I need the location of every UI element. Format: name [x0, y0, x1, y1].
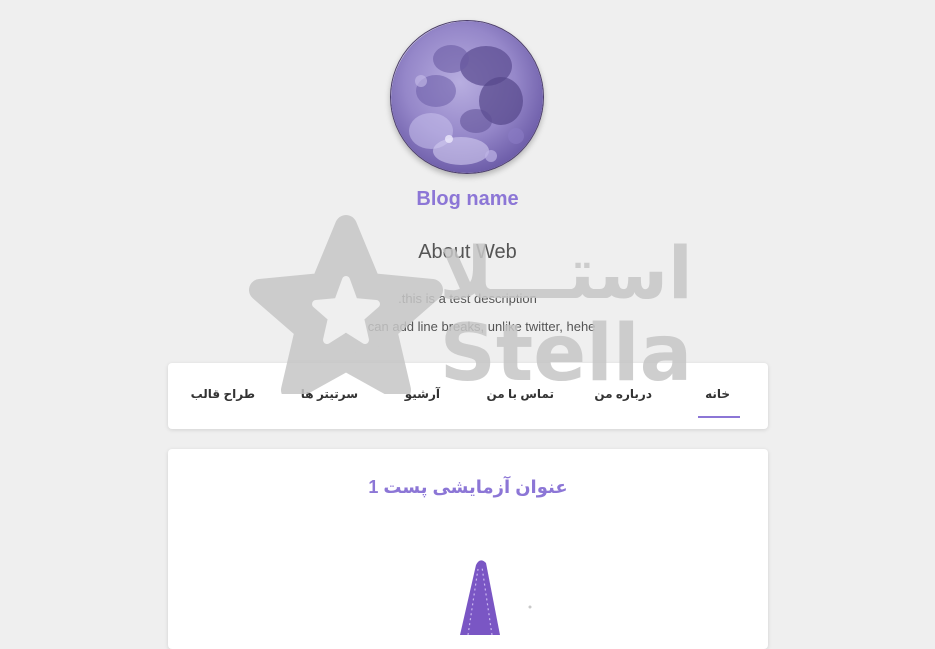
nav-item-home[interactable]: خانه: [705, 387, 730, 401]
nav-active-indicator: [698, 416, 740, 418]
description-line: .you can add line breaks, unlike twitter…: [339, 319, 596, 334]
nav-bar: خانه درباره من تماس با من آرشیو سرتیتر ه…: [168, 363, 768, 429]
description-line: .this is a test description: [398, 291, 537, 306]
post-title[interactable]: عنوان آزمایشی پست 1: [168, 477, 768, 498]
nav-item-archive[interactable]: آرشیو: [405, 387, 440, 401]
moon-image: [391, 21, 543, 173]
blog-name[interactable]: Blog name: [0, 188, 935, 211]
nav-item-headlines[interactable]: سرتیتر ها: [301, 387, 358, 401]
post-card: عنوان آزمایشی پست 1: [168, 449, 768, 649]
post-image: [460, 560, 532, 635]
about-title: About Web: [418, 241, 517, 263]
nav-item-about-me[interactable]: درباره من: [594, 387, 652, 401]
nav-item-theme-designer[interactable]: طراح قالب: [191, 387, 255, 401]
nav-item-contact[interactable]: تماس با من: [486, 387, 554, 401]
blog-avatar: [390, 20, 544, 174]
